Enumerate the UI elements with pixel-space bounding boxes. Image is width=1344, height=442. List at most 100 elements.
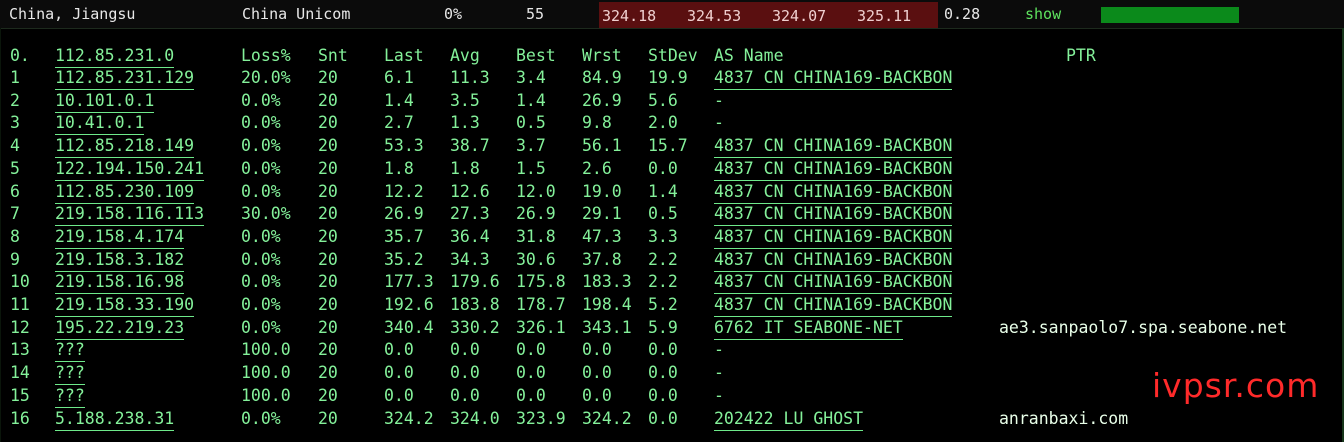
hop-sent: 20: [318, 181, 338, 201]
hop-stdev: 5.9: [648, 317, 678, 337]
header-avg: Avg: [450, 46, 480, 65]
header-host[interactable]: 112.85.231.0: [55, 45, 175, 68]
hop-last: 177.3: [384, 272, 434, 292]
table-row: 15??? 100.0 20 0.0 0.0 0.0 0.0 0.0 -: [1, 385, 1341, 408]
hop-number: 4: [10, 136, 20, 156]
hop-as-name[interactable]: 4837 CN CHINA169-BACKBON: [714, 203, 953, 227]
hop-host-link[interactable]: ???: [55, 339, 85, 363]
hop-loss: 0.0%: [241, 181, 281, 201]
traceroute-panel: 0. 112.85.231.0 Loss% Snt Last Avg Best …: [0, 28, 1344, 442]
hop-avg: 34.3: [450, 249, 490, 269]
hop-host-link[interactable]: ???: [55, 385, 85, 408]
hop-best: 323.9: [516, 408, 566, 428]
hop-number: 12: [10, 317, 30, 337]
hop-sent: 20: [318, 408, 338, 428]
hop-host-link[interactable]: 10.41.0.1: [55, 112, 145, 136]
hop-host-link[interactable]: 5.188.238.31: [55, 408, 175, 431]
hop-loss: 0.0%: [241, 295, 281, 314]
hop-last: 192.6: [384, 295, 434, 314]
hop-worst: 37.8: [582, 249, 622, 269]
hop-as-name[interactable]: 4837 CN CHINA169-BACKBON: [714, 271, 953, 295]
hop-as-name: -: [714, 340, 724, 360]
hop-as-name: -: [714, 363, 724, 383]
hop-sent: 20: [318, 249, 338, 269]
hop-worst: 84.9: [582, 68, 622, 87]
hop-stdev: 2.2: [648, 249, 678, 269]
header-num: 0.: [10, 46, 30, 65]
hop-host-link[interactable]: 219.158.4.174: [55, 226, 185, 249]
hop-as-name[interactable]: 4837 CN CHINA169-BACKBON: [714, 294, 953, 317]
table-row: 4 112.85.218.149 0.0% 20 53.3 38.7 3.7 56.1 15.7…: [1, 135, 1341, 159]
ping-value: 324.53: [687, 7, 742, 25]
hop-ptr: anranbaxi.com: [999, 408, 1129, 428]
hop-as-name[interactable]: 4837 CN CHINA169-BACKBON: [714, 249, 953, 272]
hop-best: 3.7: [516, 136, 546, 156]
header-wrst: Wrst: [582, 46, 622, 65]
hop-as-name[interactable]: 6762 IT SEABONE-NET: [714, 317, 903, 340]
hop-host-link[interactable]: 219.158.3.182: [55, 249, 185, 272]
hop-loss: 0.0%: [241, 90, 281, 110]
hop-sent: 20: [318, 136, 338, 156]
hop-avg: 11.3: [450, 68, 490, 87]
hop-loss: 0.0%: [241, 317, 281, 337]
hop-host-link[interactable]: 112.85.231.129: [55, 67, 195, 90]
hop-loss: 0.0%: [241, 158, 281, 178]
hop-worst: 47.3: [582, 226, 622, 246]
loss-value: 0%: [444, 5, 463, 23]
hop-stdev: 2.2: [648, 272, 678, 292]
hop-host-link[interactable]: 195.22.219.23: [55, 317, 185, 340]
table-row: 16 5.188.238.31 0.0% 20 324.2 324.0 323.9 324.2…: [1, 408, 1341, 431]
hop-last: 35.7: [384, 226, 424, 246]
hop-last: 0.0: [384, 363, 414, 383]
hop-worst: 0.0: [582, 385, 612, 405]
hop-worst: 2.6: [582, 158, 612, 178]
hop-worst: 9.8: [582, 113, 612, 133]
hop-stdev: 0.0: [648, 408, 678, 428]
hop-loss: 0.0%: [241, 226, 281, 246]
hop-last: 35.2: [384, 249, 424, 269]
hop-as-name[interactable]: 4837 CN CHINA169-BACKBON: [714, 67, 953, 90]
hop-best: 1.4: [516, 90, 546, 110]
watermark: ivpsr.com: [1152, 366, 1320, 405]
hop-best: 31.8: [516, 226, 556, 246]
hop-number: 3: [10, 113, 20, 133]
hop-best: 178.7: [516, 295, 566, 314]
hop-as-name[interactable]: 4837 CN CHINA169-BACKBON: [714, 181, 953, 204]
hop-stdev: 15.7: [648, 136, 688, 156]
isp-label: China Unicom: [242, 5, 351, 23]
ping-values-block: 324.18 324.53 324.07 325.11: [599, 2, 938, 28]
table-row: 14??? 100.0 20 0.0 0.0 0.0 0.0 0.0 -: [1, 362, 1341, 386]
hop-host-link[interactable]: 219.158.33.190: [55, 294, 195, 317]
hop-last: 340.4: [384, 317, 434, 337]
hop-as-name[interactable]: 202422 LU GHOST: [714, 408, 864, 431]
hop-number: 2: [10, 90, 20, 110]
hop-as-name[interactable]: 4837 CN CHINA169-BACKBON: [714, 158, 953, 181]
hop-number: 9: [10, 249, 20, 269]
hop-loss: 30.0%: [241, 204, 291, 224]
hop-avg: 1.3: [450, 113, 480, 133]
hop-best: 0.5: [516, 113, 546, 133]
hop-avg: 27.3: [450, 204, 490, 224]
hop-avg: 183.8: [450, 295, 500, 314]
hop-last: 324.2: [384, 408, 434, 428]
hop-host-link[interactable]: 219.158.16.98: [55, 271, 185, 295]
hop-as-name[interactable]: 4837 CN CHINA169-BACKBON: [714, 135, 953, 159]
hop-loss: 20.0%: [241, 68, 291, 87]
hop-host-link[interactable]: 219.158.116.113: [55, 203, 205, 227]
hop-loss: 0.0%: [241, 113, 281, 133]
hop-stdev: 0.0: [648, 385, 678, 405]
table-row: 12 195.22.219.23 0.0% 20 340.4 330.2 326.1 343.…: [1, 317, 1341, 340]
hop-sent: 20: [318, 295, 338, 314]
status-bar: [1101, 7, 1239, 23]
hop-best: 30.6: [516, 249, 556, 269]
hop-host-link[interactable]: 112.85.218.149: [55, 135, 195, 159]
hop-stdev: 5.2: [648, 295, 678, 314]
hop-host-link[interactable]: 10.101.0.1: [55, 90, 155, 113]
hop-host-link[interactable]: ???: [55, 362, 85, 386]
hop-worst: 183.3: [582, 272, 632, 292]
hop-last: 26.9: [384, 204, 424, 224]
hop-as-name[interactable]: 4837 CN CHINA169-BACKBON: [714, 226, 953, 249]
hop-host-link[interactable]: 112.85.230.109: [55, 181, 195, 204]
hop-host-link[interactable]: 122.194.150.241: [55, 158, 205, 181]
show-link[interactable]: show: [1025, 4, 1061, 24]
